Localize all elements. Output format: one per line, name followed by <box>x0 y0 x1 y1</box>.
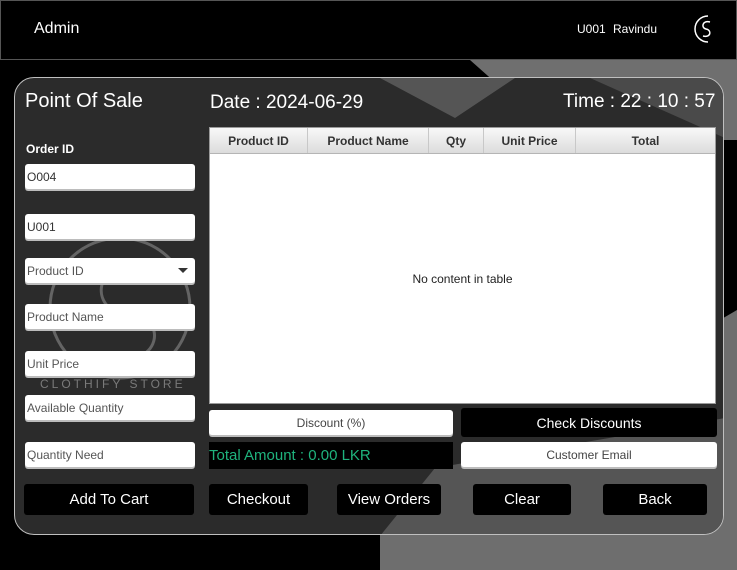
unit-price-placeholder: Unit Price <box>27 356 80 371</box>
empty-table-message: No content in table <box>412 271 513 286</box>
chevron-down-icon <box>178 268 188 273</box>
page-title: Point Of Sale <box>25 90 143 112</box>
user-id-value: U001 <box>27 219 56 234</box>
user-name-label: Ravindu <box>613 22 658 36</box>
role-label: Admin <box>34 20 80 37</box>
add-to-cart-button[interactable]: Add To Cart <box>24 484 194 515</box>
discount-placeholder: Discount (%) <box>296 415 366 430</box>
table-header: Product ID Product Name Qty Unit Price T… <box>210 128 715 154</box>
customer-email-placeholder: Customer Email <box>546 447 632 462</box>
product-name-field[interactable]: Product Name <box>25 304 195 329</box>
order-id-label: Order ID <box>26 142 75 156</box>
product-id-select[interactable]: Product ID <box>25 258 195 283</box>
customer-email-field[interactable]: Customer Email <box>461 442 717 467</box>
total-amount: Total Amount : 0.00 LKR <box>209 442 453 469</box>
order-id-field[interactable]: O004 <box>25 164 195 189</box>
discount-field[interactable]: Discount (%) <box>209 410 453 435</box>
product-name-placeholder: Product Name <box>27 309 104 324</box>
clear-button[interactable]: Clear <box>473 484 571 515</box>
quantity-need-field[interactable]: Quantity Need <box>25 442 195 467</box>
order-id-value: O004 <box>27 169 57 184</box>
available-quantity-placeholder: Available Quantity <box>27 400 124 415</box>
checkout-button[interactable]: Checkout <box>209 484 308 515</box>
column-header[interactable]: Unit Price <box>484 128 576 153</box>
watermark-text: CLOTHIFY STORE <box>40 377 186 391</box>
user-id-field[interactable]: U001 <box>25 214 195 239</box>
column-header[interactable]: Qty <box>429 128 484 153</box>
quantity-need-placeholder: Quantity Need <box>27 447 104 462</box>
available-quantity-field[interactable]: Available Quantity <box>25 395 195 420</box>
user-id-label: U001 <box>577 22 606 36</box>
cart-table[interactable]: Product ID Product Name Qty Unit Price T… <box>209 127 716 404</box>
product-id-placeholder: Product ID <box>27 263 84 278</box>
column-header[interactable]: Product Name <box>308 128 429 153</box>
column-header[interactable]: Product ID <box>210 128 308 153</box>
column-header[interactable]: Total <box>576 128 715 153</box>
store-logo-icon <box>694 15 711 43</box>
check-discounts-button[interactable]: Check Discounts <box>461 408 717 437</box>
time-label: Time : 22 : 10 : 57 <box>563 91 716 112</box>
back-button[interactable]: Back <box>603 484 707 515</box>
view-orders-button[interactable]: View Orders <box>337 484 441 515</box>
date-label: Date : 2024-06-29 <box>210 92 364 113</box>
unit-price-field[interactable]: Unit Price <box>25 351 195 376</box>
